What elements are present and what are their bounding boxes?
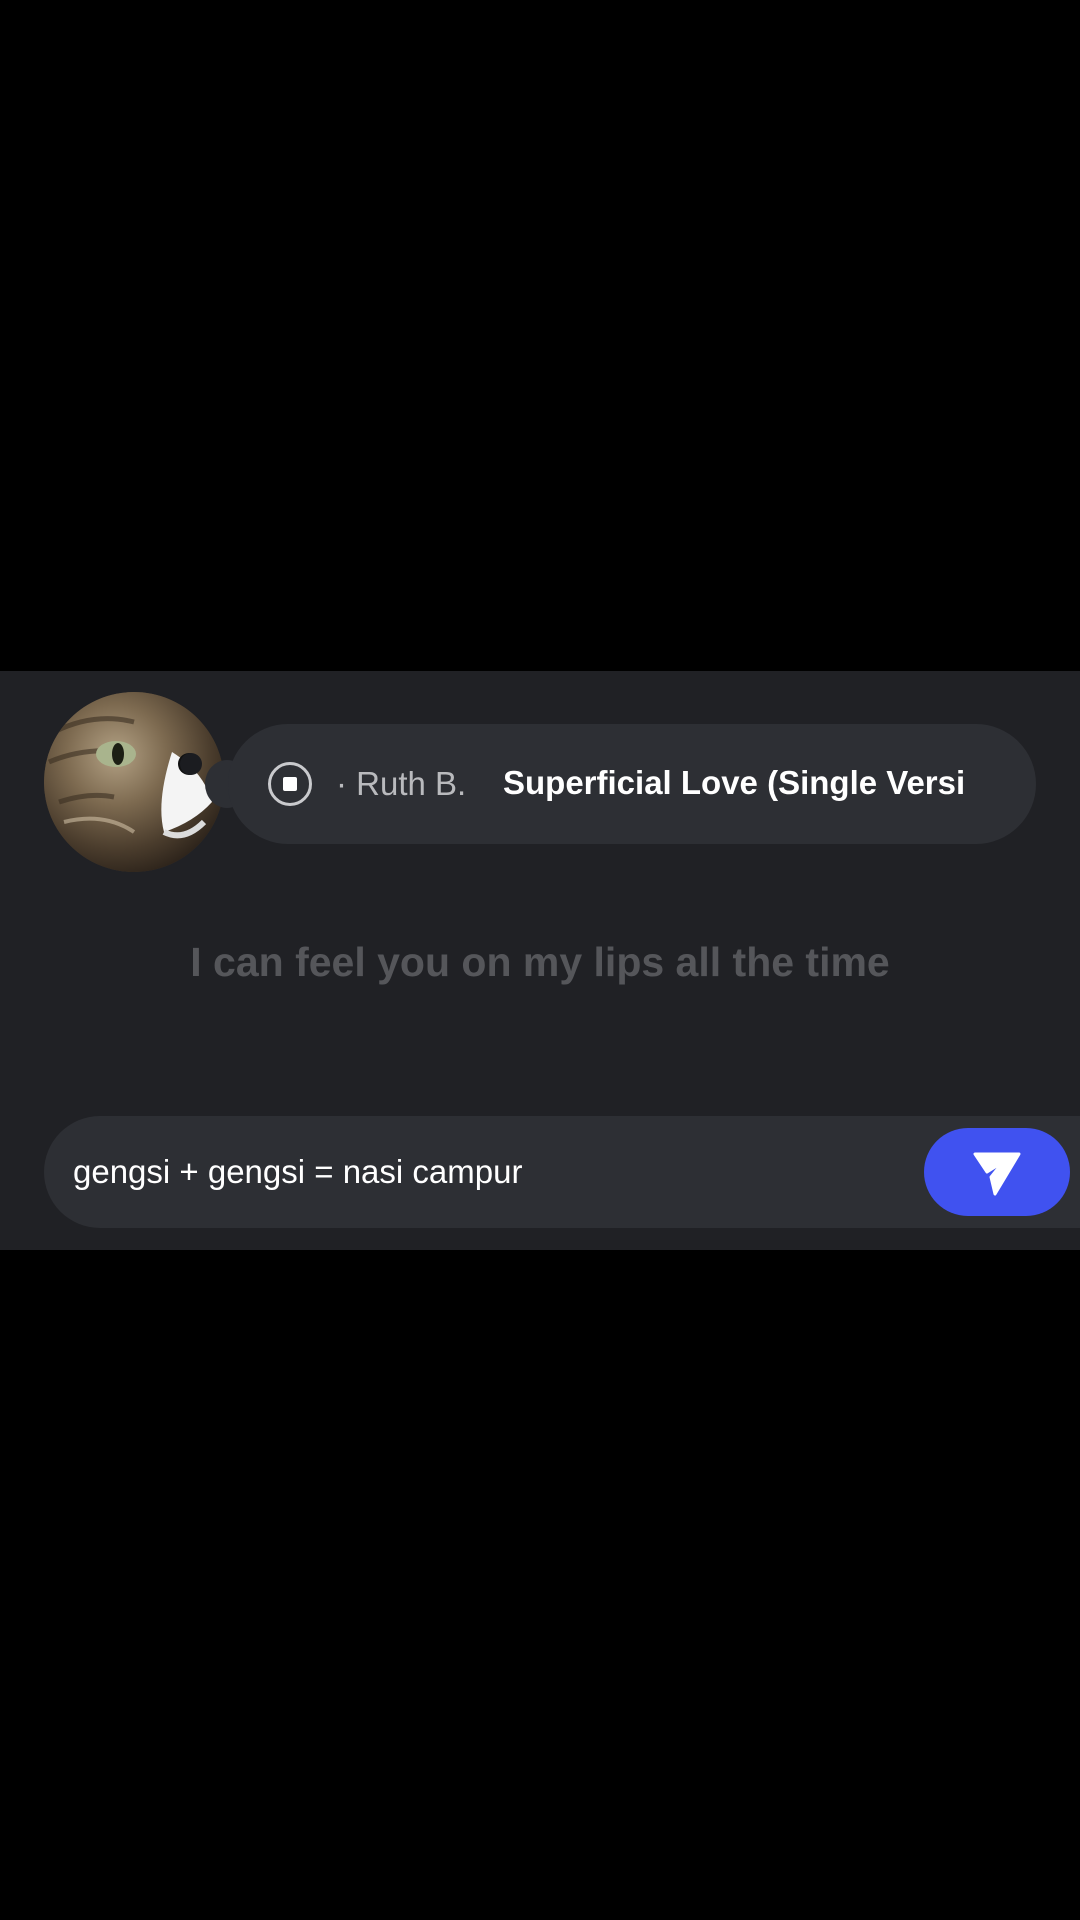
- lyric-line: I can feel you on my lips all the time: [190, 939, 890, 985]
- screen: · Ruth B. Superficial Love (Single Versi…: [0, 0, 1080, 1920]
- send-button[interactable]: [924, 1128, 1070, 1216]
- song-title: Superficial Love (Single Versi: [503, 764, 966, 801]
- stop-circle-icon[interactable]: [268, 762, 312, 806]
- message-input-text: gengsi + gengsi = nasi campur: [73, 1153, 523, 1190]
- avatar[interactable]: [44, 692, 224, 872]
- artist-name: · Ruth B.: [336, 765, 467, 802]
- send-icon: [973, 1152, 1021, 1196]
- now-playing-pill[interactable]: · Ruth B. Superficial Love (Single Versi: [228, 724, 1036, 844]
- decoration-dot: [180, 753, 202, 775]
- cat-avatar-image: [44, 692, 224, 872]
